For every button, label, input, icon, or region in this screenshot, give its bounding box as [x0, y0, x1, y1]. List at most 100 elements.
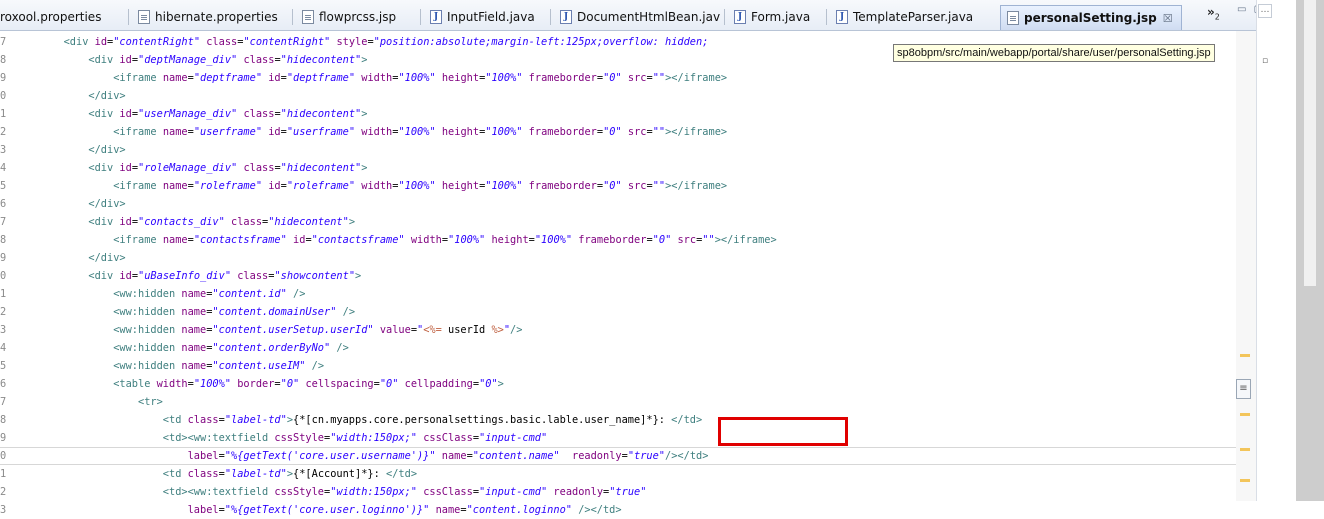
code-attribute: name [181, 306, 207, 318]
code-attribute: id [293, 234, 306, 246]
code-line[interactable]: 3 </div> [0, 141, 1236, 159]
tab-templateparser-java[interactable]: J TemplateParser.java [836, 6, 973, 28]
more-icon[interactable]: … [1258, 4, 1272, 18]
annotation-marker[interactable] [1240, 479, 1250, 482]
scrollbar-thumb[interactable] [1304, 0, 1316, 286]
code-line[interactable]: 2 <iframe name="userframe" id="userframe… [0, 123, 1236, 141]
code-tag: > [355, 270, 362, 282]
code-line[interactable]: 9 <iframe name="deptframe" id="deptframe… [0, 69, 1236, 87]
line-code: <div id="contentRight" class="contentRig… [14, 33, 709, 51]
code-attribute: name [162, 126, 188, 138]
code-line[interactable]: 3 label="%{getText('core.user.loginno')}… [0, 501, 1236, 519]
code-attribute: frameborder [528, 72, 597, 84]
overview-ruler[interactable] [1236, 31, 1256, 501]
code-line[interactable]: 7 <tr> [0, 393, 1236, 411]
code-tag: <tr> [138, 396, 163, 408]
code-value: "contentRight" [113, 36, 201, 48]
line-number: 5 [0, 180, 7, 192]
code-value: "showcontent" [274, 270, 356, 282]
code-value: "true" [609, 486, 647, 498]
code-line[interactable]: 8 <iframe name="contactsframe" id="conta… [0, 231, 1236, 249]
code-line[interactable]: 5 <ww:hidden name="content.useIM" /> [0, 357, 1236, 375]
code-line[interactable]: 9 <td><ww:textfield cssStyle="width:150p… [0, 429, 1236, 447]
line-code: <ww:hidden name="content.useIM" /> [14, 357, 324, 375]
tab-overflow-button[interactable]: »2 [1207, 5, 1220, 21]
code-line[interactable]: 1 <ww:hidden name="content.id" /> [0, 285, 1236, 303]
code-tag: <iframe [113, 234, 157, 246]
java-file-icon: J [430, 10, 442, 24]
code-value: "content.loginno" [466, 504, 572, 516]
code-attribute: id [119, 108, 132, 120]
overflow-chevron-icon: » [1207, 5, 1215, 19]
tab-documenthtmlbean-java[interactable]: J DocumentHtmlBean.jav [560, 6, 720, 28]
ruler-position-icon[interactable]: ≡ [1236, 379, 1251, 399]
code-line[interactable]: 7 <div id="contacts_div" class="hidecont… [0, 213, 1236, 231]
code-line[interactable]: 4 <div id="roleManage_div" class="hideco… [0, 159, 1236, 177]
code-attribute: src [627, 126, 647, 138]
line-number: 2 [0, 126, 7, 138]
code-value: "label-td" [224, 414, 287, 426]
line-code: label="%{getText('core.user.username')}"… [14, 448, 709, 464]
code-expression: <%= [423, 324, 442, 336]
code-line[interactable]: 5 <iframe name="roleframe" id="roleframe… [0, 177, 1236, 195]
line-number: 1 [0, 468, 7, 480]
code-line[interactable]: 3 <ww:hidden name="content.userSetup.use… [0, 321, 1236, 339]
line-code: <td><ww:textfield cssStyle="width:150px;… [14, 483, 647, 501]
code-line[interactable]: 6 <table width="100%" border="0" cellspa… [0, 375, 1236, 393]
code-attribute: height [491, 234, 529, 246]
close-tab-icon[interactable]: ☒ [1163, 12, 1173, 25]
restore-icon[interactable]: ▫ [1262, 56, 1272, 66]
code-value: "input-cmd" [479, 486, 548, 498]
code-tag: <iframe [113, 72, 157, 84]
annotation-marker[interactable] [1240, 413, 1250, 416]
code-line[interactable]: 9 </div> [0, 249, 1236, 267]
code-line[interactable]: 6 </div> [0, 195, 1236, 213]
line-number: 2 [0, 486, 7, 498]
code-value: "roleManage_div" [138, 162, 238, 174]
code-value: "0" [603, 72, 622, 84]
line-number: 9 [0, 252, 7, 264]
code-line[interactable]: 1 <td class="label-td">{*[Account]*}: </… [0, 465, 1236, 483]
code-line[interactable]: 1 <div id="userManage_div" class="hideco… [0, 105, 1236, 123]
tab-flowprcss-jsp[interactable]: flowprcss.jsp [302, 6, 396, 28]
line-number: 5 [0, 360, 7, 372]
code-attribute: name [441, 450, 467, 462]
tab-label: TemplateParser.java [853, 10, 974, 24]
code-attribute: id [268, 180, 281, 192]
current-code-line[interactable]: 0 label="%{getText('core.user.username')… [0, 447, 1236, 465]
code-attribute: id [268, 72, 281, 84]
code-attribute: id [119, 162, 132, 174]
code-line[interactable]: 0 </div> [0, 87, 1236, 105]
code-value: "0" [280, 378, 300, 390]
code-line[interactable]: 4 <ww:hidden name="content.orderByNo" /> [0, 339, 1236, 357]
code-line[interactable]: 8 <td class="label-td">{*[cn.myapps.core… [0, 411, 1236, 429]
line-number: 1 [0, 288, 7, 300]
code-line[interactable]: 2 <td><ww:textfield cssStyle="width:150p… [0, 483, 1236, 501]
code-value: "100%" [398, 126, 436, 138]
code-tag: /></td> [665, 450, 709, 462]
code-value: "uBaseInfo_div" [138, 270, 232, 282]
tab-hibernate-properties[interactable]: hibernate.properties [138, 6, 278, 28]
line-code: </div> [14, 141, 125, 159]
code-value: "100%" [398, 72, 436, 84]
code-line[interactable]: 2 <ww:hidden name="content.domainUser" /… [0, 303, 1236, 321]
code-editor[interactable]: 7 <div id="contentRight" class="contentR… [0, 31, 1256, 516]
tab-form-java[interactable]: J Form.java [734, 6, 810, 28]
tab-roxool-properties[interactable]: roxool.properties [0, 6, 101, 28]
tab-personalsetting-jsp[interactable]: personalSetting.jsp ☒ [1000, 5, 1182, 30]
code-line[interactable]: 0 <div id="uBaseInfo_div" class="showcon… [0, 267, 1236, 285]
annotation-marker[interactable] [1240, 354, 1250, 357]
code-attribute: style [336, 36, 368, 48]
tab-inputfield-java[interactable]: J InputField.java [430, 6, 535, 28]
code-value: "0" [652, 234, 672, 246]
line-number: 6 [0, 198, 7, 210]
annotation-marker[interactable] [1240, 448, 1250, 451]
code-attribute: frameborder [528, 180, 597, 192]
code-value: "100%" [398, 180, 436, 192]
